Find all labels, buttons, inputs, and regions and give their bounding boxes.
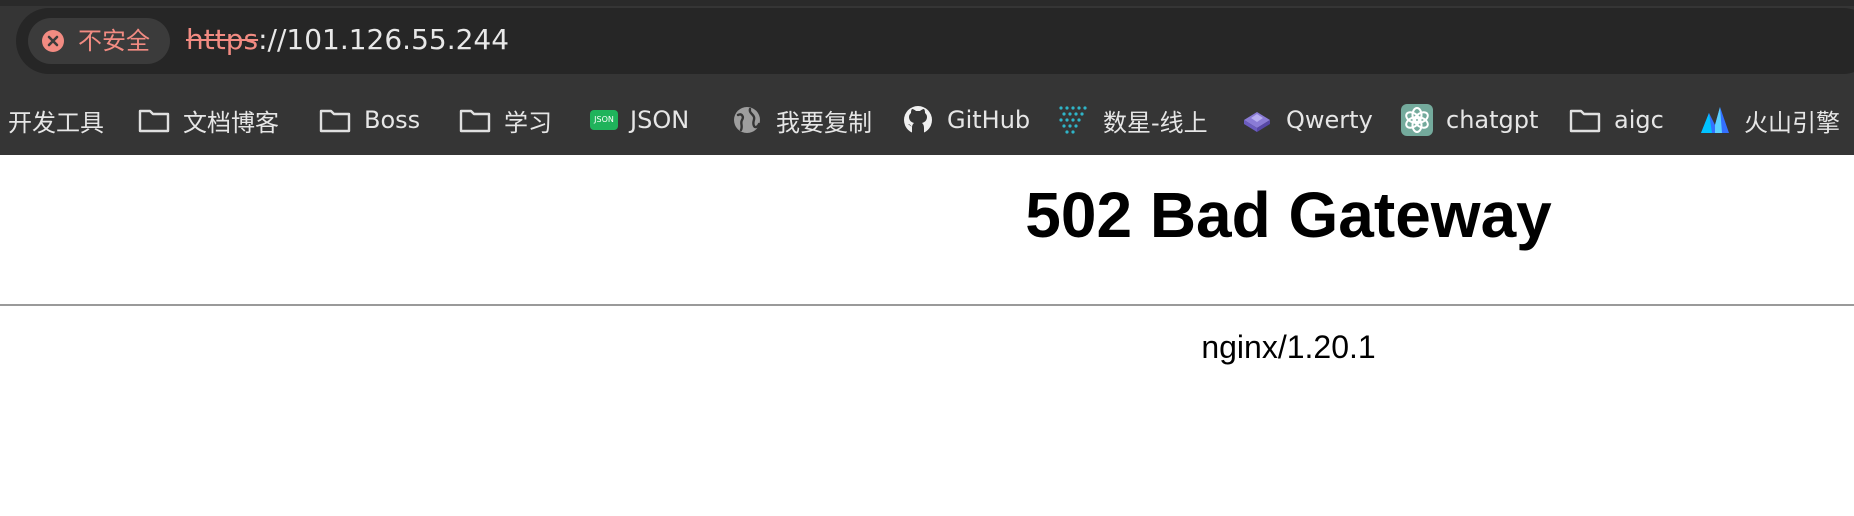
not-secure-warning-icon [42,30,64,52]
bookmarks-bar: 开发工具 文档博客 Boss 学习 JSON JSON 我要复制 GitHub … [0,96,1854,144]
url-scheme: https [186,23,259,56]
bookmark-qwerty[interactable]: Qwerty [1240,96,1373,144]
security-indicator-button[interactable]: 不安全 [28,18,170,64]
bookmark-label: 火山引擎 [1744,108,1840,137]
security-label: 不安全 [78,27,150,55]
keycap-icon [1240,103,1274,137]
url-host: ://101.126.55.244 [258,23,510,56]
bookmark-label: aigc [1614,106,1664,134]
bookmark-github[interactable]: GitHub [901,96,1030,144]
bookmark-folder-xuexi[interactable]: 学习 [458,96,552,144]
bookmark-folder-wendangboke[interactable]: 文档博客 [137,96,279,144]
dots-grid-icon [1057,103,1091,137]
bookmark-huoshanyinqing[interactable]: 火山引擎 [1698,96,1840,144]
globe-icon [730,103,764,137]
bookmark-label: 开发工具 [8,108,104,137]
folder-icon [458,103,492,137]
server-signature: nginx/1.20.1 [1201,329,1376,365]
json-icon: JSON [590,110,618,130]
bookmark-woyaofuzhi[interactable]: 我要复制 [730,96,872,144]
bookmark-json[interactable]: JSON JSON [586,96,689,144]
bookmark-label: GitHub [947,106,1031,134]
bookmark-label: JSON [630,106,690,134]
tab-strip-edge [0,0,1854,6]
bookmark-chatgpt[interactable]: chatgpt [1400,96,1538,144]
bookmark-label: chatgpt [1446,106,1539,134]
bookmark-label: 数星-线上 [1103,108,1208,137]
folder-icon [1568,103,1602,137]
chatgpt-icon [1400,103,1434,137]
bookmark-shuxing-xianshang[interactable]: 数星-线上 [1057,96,1208,144]
github-icon [901,103,935,137]
bookmark-label: 我要复制 [776,108,872,137]
bookmark-label: Boss [364,106,421,134]
folder-icon [318,103,352,137]
error-page: 502 Bad Gateway nginx/1.20.1 [0,155,1854,516]
divider [0,304,1854,306]
page-title: 502 Bad Gateway [1025,179,1552,251]
url-text[interactable]: https://101.126.55.244 [186,20,509,60]
folder-icon [137,103,171,137]
bookmark-label: 学习 [504,108,552,137]
bookmark-label: Qwerty [1286,106,1373,134]
browser-toolbar: 不安全 https://101.126.55.244 开发工具 文档博客 Bos… [0,0,1854,155]
bookmark-folder-boss[interactable]: Boss [318,96,420,144]
bookmark-label: 文档博客 [183,108,279,137]
bookmark-kaifagongju[interactable]: 开发工具 [8,96,104,144]
bookmark-folder-aigc[interactable]: aigc [1568,96,1664,144]
volcano-icon [1698,103,1732,137]
